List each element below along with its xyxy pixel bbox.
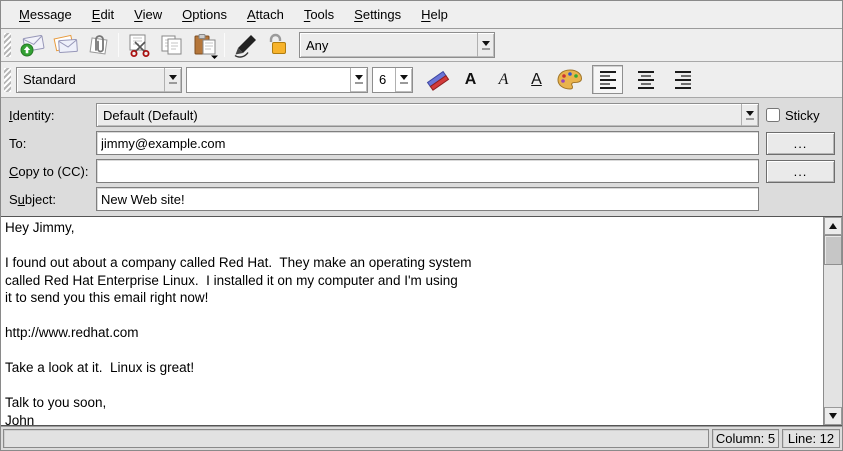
sign-icon [231,32,259,58]
message-body-editor: Hey Jimmy, I found out about a company c… [1,216,842,426]
menu-edit[interactable]: Edit [82,4,124,25]
toolbar-grip[interactable] [4,33,11,57]
font-size-dropdown[interactable]: 6 [372,67,413,93]
menu-view[interactable]: View [124,4,172,25]
status-bar: Column: 5 Line: 12 [1,426,842,450]
menu-message[interactable]: Message [9,4,82,25]
toolbar-separator [118,33,119,57]
paragraph-style-dropdown[interactable]: Standard [16,67,182,93]
encrypt-message-button[interactable] [261,31,294,60]
send-mail-icon [19,32,47,58]
main-toolbar: Any [1,29,842,62]
cut-button[interactable] [122,31,155,60]
font-size-value: 6 [373,68,395,92]
align-left-icon [600,71,616,89]
align-right-button[interactable] [666,65,699,94]
chevron-down-icon [741,104,758,126]
subject-input[interactable] [96,187,759,211]
to-input[interactable] [96,131,759,155]
menu-tools[interactable]: Tools [294,4,344,25]
underline-button[interactable]: A [520,65,553,94]
to-label: To: [9,136,96,151]
chevron-down-icon [350,68,367,92]
sticky-option: Sticky [766,108,820,123]
menu-attach[interactable]: Attach [237,4,294,25]
identity-value: Default (Default) [97,104,741,126]
cc-row: Copy to (CC): ... [9,159,835,183]
sticky-checkbox[interactable] [766,108,780,122]
attach-file-icon [85,32,113,58]
queue-mail-button[interactable] [49,31,82,60]
toolbar-grip[interactable] [4,68,11,92]
chevron-down-icon [164,68,181,92]
align-right-icon [675,71,691,89]
identity-row: Identity: Default (Default) Sticky [9,103,835,127]
subject-label: Subject: [9,192,96,207]
status-line-indicator: Line: 12 [782,429,840,448]
text-color-button[interactable] [553,65,586,94]
scroll-down-button[interactable] [824,407,842,425]
align-center-button[interactable] [629,65,662,94]
underline-icon: A [531,71,542,89]
menu-bar: Message Edit View Options Attach Tools S… [1,1,842,29]
cc-label: Copy to (CC): [9,164,96,179]
crypto-format-value: Any [300,33,477,57]
send-mail-button[interactable] [16,31,49,60]
bold-button[interactable]: A [454,65,487,94]
paste-icon [191,32,219,59]
scrollbar-thumb[interactable] [824,235,842,265]
sticky-label: Sticky [785,108,820,123]
scroll-up-icon [829,223,837,229]
cc-input[interactable] [96,159,759,183]
paste-button[interactable] [188,31,221,60]
align-center-icon [638,71,654,89]
font-family-dropdown[interactable] [186,67,368,93]
to-address-book-button[interactable]: ... [766,132,835,155]
to-row: To: ... [9,131,835,155]
font-family-value [187,68,350,92]
copy-icon [158,32,186,58]
identity-dropdown[interactable]: Default (Default) [96,103,759,127]
copy-button[interactable] [155,31,188,60]
status-message-panel [3,429,709,448]
message-headers: Identity: Default (Default) Sticky To: .… [1,98,842,216]
mail-composer-window: Message Edit View Options Attach Tools S… [0,0,843,451]
message-body-text[interactable]: Hey Jimmy, I found out about a company c… [1,217,823,425]
subject-row: Subject: [9,187,835,211]
bold-icon: A [465,71,477,89]
attach-file-button[interactable] [82,31,115,60]
scrollbar-track[interactable] [824,235,842,407]
text-color-palette-icon [555,67,585,93]
vertical-scrollbar [823,217,842,425]
paragraph-style-value: Standard [17,68,164,92]
menu-help[interactable]: Help [411,4,458,25]
sign-message-button[interactable] [228,31,261,60]
remove-formatting-button[interactable] [421,65,454,94]
queue-mail-icon [52,32,80,58]
format-toolbar: Standard 6 A A A [1,62,842,98]
eraser-icon [424,67,452,93]
cut-icon [125,32,153,58]
menu-options[interactable]: Options [172,4,237,25]
toolbar-separator [224,33,225,57]
cc-address-book-button[interactable]: ... [766,160,835,183]
italic-button[interactable]: A [487,65,520,94]
status-column-indicator: Column: 5 [712,429,779,448]
menu-settings[interactable]: Settings [344,4,411,25]
italic-icon: A [499,71,509,89]
scroll-down-icon [829,413,837,419]
crypto-format-dropdown[interactable]: Any [299,32,495,58]
chevron-down-icon [395,68,412,92]
scroll-up-button[interactable] [824,217,842,235]
align-left-button[interactable] [592,65,623,94]
encrypt-icon [264,32,292,58]
chevron-down-icon [477,33,494,57]
identity-label: Identity: [9,108,96,123]
